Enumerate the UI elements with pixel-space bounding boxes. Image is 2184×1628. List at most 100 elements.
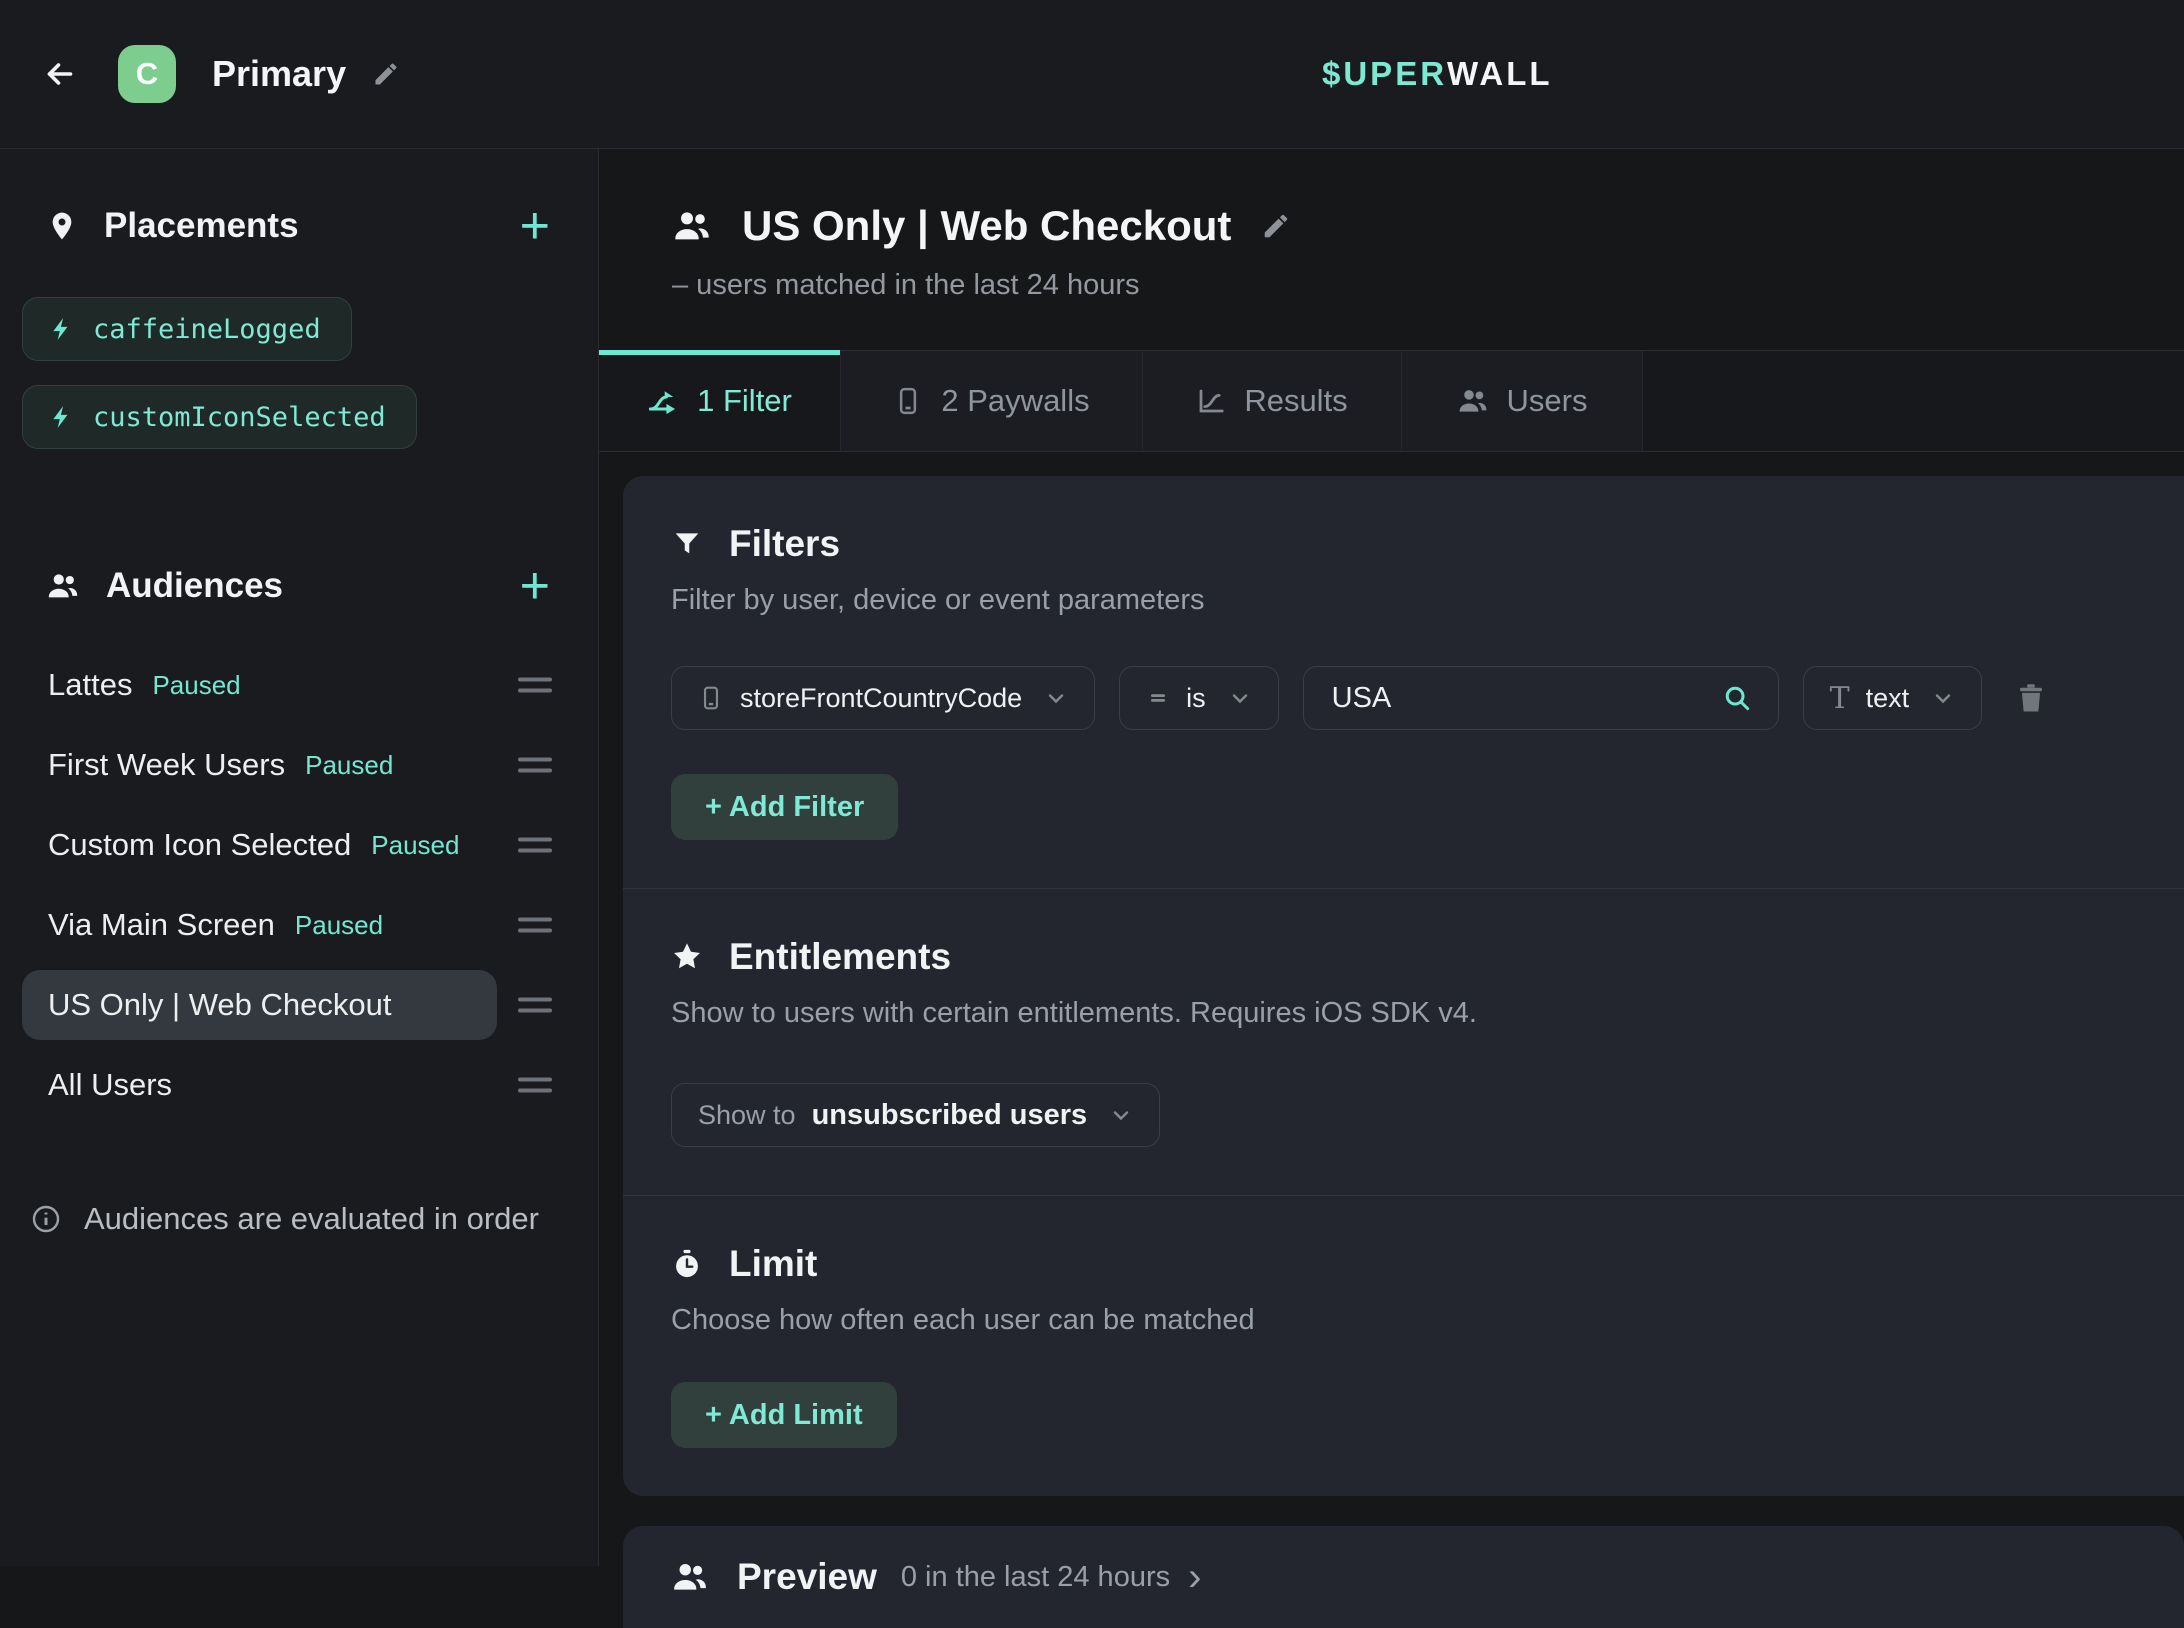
chart-line-icon [1196,386,1226,416]
topbar: C Primary $UPERWALL [0,0,2184,149]
funnel-icon [671,528,703,560]
sidebar: Placements + caffeineLogged customIconSe… [0,149,599,1566]
back-arrow-icon[interactable] [42,56,78,92]
add-filter-button[interactable]: + Add Filter [671,774,898,840]
paused-badge: Paused [295,910,383,941]
superwall-logo: $UPERWALL [1322,0,1553,148]
tab-results[interactable]: Results [1143,351,1402,451]
show-to-label: Show to [698,1100,796,1131]
audience-row-all-users[interactable]: All Users [22,1045,598,1125]
limit-title: Limit [729,1243,817,1285]
entitlements-section: Entitlements Show to users with certain … [623,888,2184,1195]
audiences-order-note: Audiences are evaluated in order [30,1201,598,1237]
drag-handle-icon[interactable] [518,678,552,693]
add-placement-button[interactable]: + [520,206,550,246]
page-title: US Only | Web Checkout [742,202,1231,250]
filter-operator-value: is [1186,683,1206,714]
placement-chip-label: caffeineLogged [93,314,321,345]
users-icon [672,206,712,246]
lightning-bolt-icon [49,404,75,430]
tab-users[interactable]: Users [1402,351,1643,451]
phone-icon [698,685,724,711]
drag-handle-icon[interactable] [518,838,552,853]
workspace-avatar[interactable]: C [118,45,176,103]
phone-icon [893,386,923,416]
tab-filters[interactable]: 1 Filter [599,351,841,451]
placement-chip[interactable]: caffeineLogged [22,297,352,361]
tab-label: Results [1244,383,1347,419]
audience-list: Lattes Paused First Week Users Paused Cu… [0,645,598,1125]
audience-row-us-only-web-checkout[interactable]: US Only | Web Checkout [22,965,598,1045]
tab-label: Users [1507,383,1588,419]
audience-header: US Only | Web Checkout – users matched i… [599,149,2184,303]
audience-settings-card: Filters Filter by user, device or event … [623,476,2184,1496]
logo-white-part: WALL [1447,55,1552,93]
filter-property-dropdown[interactable]: storeFrontCountryCode [671,666,1095,730]
tab-label: 2 Paywalls [941,383,1089,419]
filter-property-value: storeFrontCountryCode [740,683,1022,714]
tab-paywalls[interactable]: 2 Paywalls [841,351,1143,451]
drag-handle-icon[interactable] [518,918,552,933]
audience-row-custom-icon-selected[interactable]: Custom Icon Selected Paused [22,805,598,885]
filter-type-value: text [1866,683,1910,714]
drag-handle-icon[interactable] [518,1078,552,1093]
filter-value-field[interactable] [1303,666,1779,730]
drag-handle-icon[interactable] [518,998,552,1013]
paused-badge: Paused [152,670,240,701]
show-to-dropdown[interactable]: Show to unsubscribed users [671,1083,1160,1147]
limit-section: Limit Choose how often each user can be … [623,1195,2184,1496]
filter-value-input[interactable] [1330,681,1664,716]
lightning-bolt-icon [49,316,75,342]
logo-teal-part: $UPER [1322,55,1447,93]
edit-audience-pencil-icon[interactable] [1261,211,1291,241]
placement-chip[interactable]: customIconSelected [22,385,417,449]
star-icon [671,941,703,973]
chevron-down-icon [1931,686,1955,710]
preview-card[interactable]: Preview 0 in the last 24 hours › [623,1526,2184,1628]
placements-title: Placements [104,206,520,246]
tab-bar: 1 Filter 2 Paywalls Results Users [599,350,2184,452]
page-subtitle: – users matched in the last 24 hours [672,269,2184,303]
audience-row-first-week-users[interactable]: First Week Users Paused [22,725,598,805]
filters-description: Filter by user, device or event paramete… [671,584,2136,618]
avatar-initial: C [136,56,158,92]
paused-badge: Paused [371,830,459,861]
filter-operator-dropdown[interactable]: is [1119,666,1279,730]
edit-workspace-pencil-icon[interactable] [372,60,400,88]
paused-badge: Paused [305,750,393,781]
workspace-title: Primary [212,53,346,95]
users-icon [671,1558,709,1596]
equals-icon [1146,686,1170,710]
placement-chip-label: customIconSelected [93,402,386,433]
audience-row-lattes[interactable]: Lattes Paused [22,645,598,725]
preview-title: Preview [737,1556,877,1598]
add-audience-button[interactable]: + [520,566,550,606]
users-icon [46,569,80,603]
preview-subtitle: 0 in the last 24 hours [901,1561,1170,1594]
filter-type-dropdown[interactable]: T text [1803,666,1983,730]
filters-section: Filters Filter by user, device or event … [623,476,2184,888]
add-limit-button[interactable]: + Add Limit [671,1382,897,1448]
limit-description: Choose how often each user can be matche… [671,1304,2136,1338]
text-type-icon: T [1830,681,1850,716]
search-icon[interactable] [1722,683,1752,713]
filters-title: Filters [729,523,840,565]
stopwatch-icon [671,1248,703,1280]
users-icon [1457,385,1489,417]
chevron-down-icon [1044,686,1068,710]
location-pin-icon [46,210,78,242]
audiences-title: Audiences [106,566,520,606]
tab-label: 1 Filter [697,383,792,419]
delete-filter-button[interactable] [2014,681,2048,715]
entitlements-description: Show to users with certain entitlements.… [671,997,2136,1031]
audience-row-via-main-screen[interactable]: Via Main Screen Paused [22,885,598,965]
show-to-value: unsubscribed users [812,1099,1088,1132]
split-arrows-icon [647,385,679,417]
info-icon [30,1203,62,1235]
chevron-down-icon [1228,686,1252,710]
main-content: US Only | Web Checkout – users matched i… [599,149,2184,1566]
chevron-right-icon: › [1188,1562,1201,1592]
drag-handle-icon[interactable] [518,758,552,773]
placements-section: Placements + caffeineLogged customIconSe… [0,149,598,449]
audiences-section: Audiences + Lattes Paused First Week Use… [0,561,598,1125]
